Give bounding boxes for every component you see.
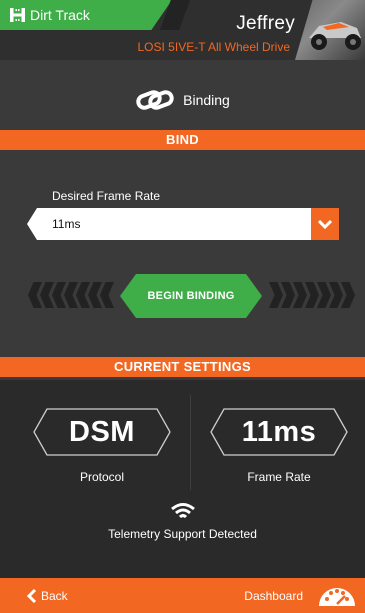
track-selector[interactable]: Dirt Track: [0, 0, 172, 30]
driver-name: Jeffrey: [236, 13, 295, 34]
dashboard-button[interactable]: Dashboard: [244, 578, 357, 613]
binding-panel: Binding BIND Desired Frame Rate 11ms BEG…: [0, 60, 365, 578]
vehicle-name: LOSI 5IVE-T All Wheel Drive: [137, 40, 291, 54]
page-title: Binding: [0, 80, 365, 120]
telemetry-status: Telemetry Support Detected: [108, 527, 257, 541]
header: Dirt Track Jeffrey LOSI 5IVE-T All Wheel…: [0, 0, 365, 60]
settings-divider: [190, 395, 191, 490]
protocol-display: DSM: [33, 408, 171, 456]
back-button[interactable]: Back: [27, 578, 68, 613]
current-settings-header: CURRENT SETTINGS: [0, 357, 365, 377]
link-icon: [136, 90, 174, 110]
chevron-decor-left: [28, 282, 114, 308]
current-settings: DSM Protocol 11ms Frame Rate Telemetry S…: [0, 380, 365, 578]
back-label: Back: [41, 588, 68, 603]
page-title-text: Binding: [183, 92, 230, 108]
protocol-label: Protocol: [79, 470, 125, 484]
track-h-icon: [10, 8, 25, 22]
frame-rate-select[interactable]: 11ms: [27, 208, 339, 240]
frame-rate-label: Desired Frame Rate: [52, 189, 161, 203]
protocol-value: DSM: [69, 415, 135, 448]
frame-rate-current-value: 11ms: [241, 415, 317, 448]
frame-rate-select-value: 11ms: [52, 217, 81, 231]
chevron-left-icon: [27, 588, 37, 603]
vehicle-thumbnail[interactable]: [295, 0, 365, 60]
chevron-decor-right: [269, 282, 355, 308]
wifi-icon: [171, 503, 195, 519]
bind-section-header: BIND: [0, 130, 365, 150]
gauge-icon: [319, 587, 355, 606]
frame-rate-display: 11ms: [210, 408, 348, 456]
track-name: Dirt Track: [30, 7, 90, 23]
footer-nav: Back Dashboard: [0, 578, 365, 613]
begin-binding-button[interactable]: BEGIN BINDING: [120, 274, 262, 318]
chevron-down-icon[interactable]: [311, 208, 339, 240]
dashboard-label: Dashboard: [244, 588, 303, 603]
frame-rate-current-label: Frame Rate: [247, 470, 311, 484]
